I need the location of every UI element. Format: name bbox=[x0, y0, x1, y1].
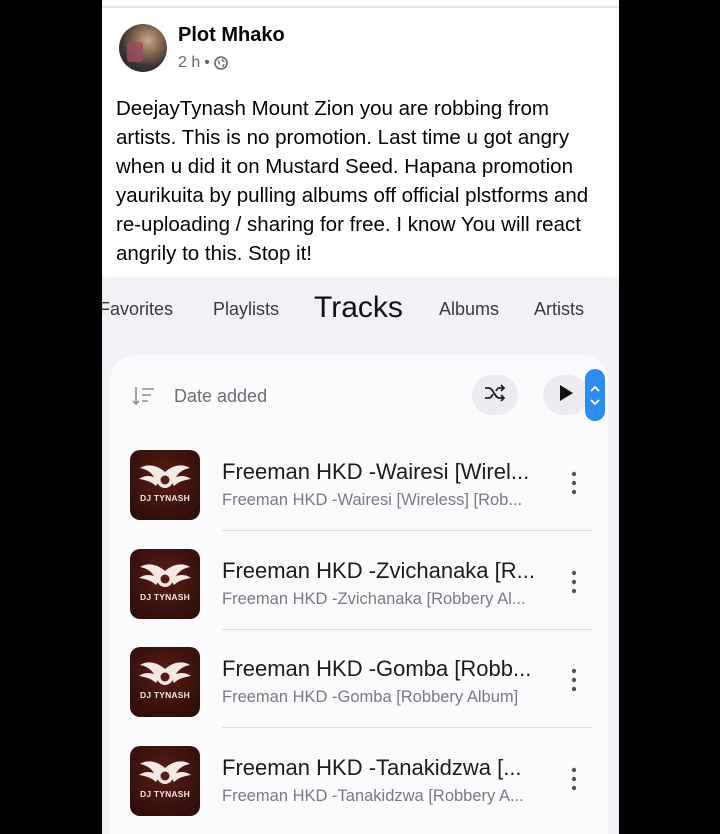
album-art: DJ TYNASH bbox=[130, 549, 200, 619]
meta-separator: • bbox=[204, 54, 210, 71]
track-subtitle: Freeman HKD -Zvichanaka [Robbery Al... bbox=[222, 590, 526, 608]
track-row[interactable]: DJ TYNASH Freeman HKD -Gomba [Robb... Fr… bbox=[110, 630, 608, 728]
sort-label[interactable]: Date added bbox=[174, 386, 267, 407]
facebook-post: Plot Mhako 2 h • DeejayTynash Mount Zion… bbox=[102, 0, 619, 834]
globe-icon[interactable] bbox=[214, 56, 228, 70]
track-subtitle: Freeman HKD -Gomba [Robbery Album] bbox=[222, 688, 519, 706]
album-art: DJ TYNASH bbox=[130, 450, 200, 520]
more-vertical-icon[interactable] bbox=[565, 765, 583, 793]
more-vertical-icon[interactable] bbox=[565, 666, 583, 694]
album-art-brand: DJ TYNASH bbox=[140, 690, 190, 700]
album-art-brand: DJ TYNASH bbox=[140, 789, 190, 799]
sort-row: Date added bbox=[110, 355, 608, 435]
tab-playlists[interactable]: Playlists bbox=[213, 299, 279, 320]
tab-favorites[interactable]: Favorites bbox=[102, 299, 173, 320]
more-vertical-icon[interactable] bbox=[565, 568, 583, 596]
post-author[interactable]: Plot Mhako bbox=[178, 24, 285, 47]
shuffle-icon bbox=[484, 383, 506, 407]
album-art-brand: DJ TYNASH bbox=[140, 493, 190, 503]
tab-albums[interactable]: Albums bbox=[439, 299, 499, 320]
post-time[interactable]: 2 h bbox=[178, 54, 200, 72]
avatar[interactable] bbox=[119, 24, 167, 72]
more-vertical-icon[interactable] bbox=[565, 469, 583, 497]
post-text: DeejayTynash Mount Zion you are robbing … bbox=[116, 97, 589, 265]
play-all-button[interactable] bbox=[543, 375, 589, 415]
track-list-card: Date added DJ TYNASH Freeman HKD -Waires… bbox=[110, 355, 608, 834]
album-art-brand: DJ TYNASH bbox=[140, 592, 190, 602]
album-art: DJ TYNASH bbox=[130, 746, 200, 816]
album-art: DJ TYNASH bbox=[130, 647, 200, 717]
tab-tracks[interactable]: Tracks bbox=[314, 291, 403, 325]
divider bbox=[102, 6, 619, 8]
track-row[interactable]: DJ TYNASH Freeman HKD -Tanakidzwa [... F… bbox=[110, 729, 608, 827]
post-meta: 2 h • bbox=[178, 54, 228, 72]
track-title: Freeman HKD -Wairesi [Wirel... bbox=[222, 459, 530, 484]
divider bbox=[222, 530, 592, 531]
music-tabs: Favorites Playlists Tracks Albums Artist… bbox=[102, 277, 619, 345]
shuffle-button[interactable] bbox=[472, 375, 518, 415]
track-title: Freeman HKD -Tanakidzwa [... bbox=[222, 755, 522, 780]
track-title: Freeman HKD -Zvichanaka [R... bbox=[222, 558, 535, 583]
track-row[interactable]: DJ TYNASH Freeman HKD -Wairesi [Wirel...… bbox=[110, 433, 608, 531]
attached-screenshot[interactable]: Favorites Playlists Tracks Albums Artist… bbox=[102, 277, 619, 834]
divider bbox=[222, 727, 592, 728]
track-row[interactable]: DJ TYNASH Freeman HKD -Zvichanaka [R... … bbox=[110, 532, 608, 630]
track-subtitle: Freeman HKD -Wairesi [Wireless] [Rob... bbox=[222, 491, 523, 509]
fast-scroll-handle[interactable] bbox=[585, 369, 605, 421]
track-subtitle: Freeman HKD -Tanakidzwa [Robbery A... bbox=[222, 787, 524, 805]
sort-descending-icon[interactable] bbox=[132, 385, 156, 407]
track-title: Freeman HKD -Gomba [Robb... bbox=[222, 656, 532, 681]
tab-artists[interactable]: Artists bbox=[534, 299, 584, 320]
play-icon bbox=[558, 384, 574, 407]
